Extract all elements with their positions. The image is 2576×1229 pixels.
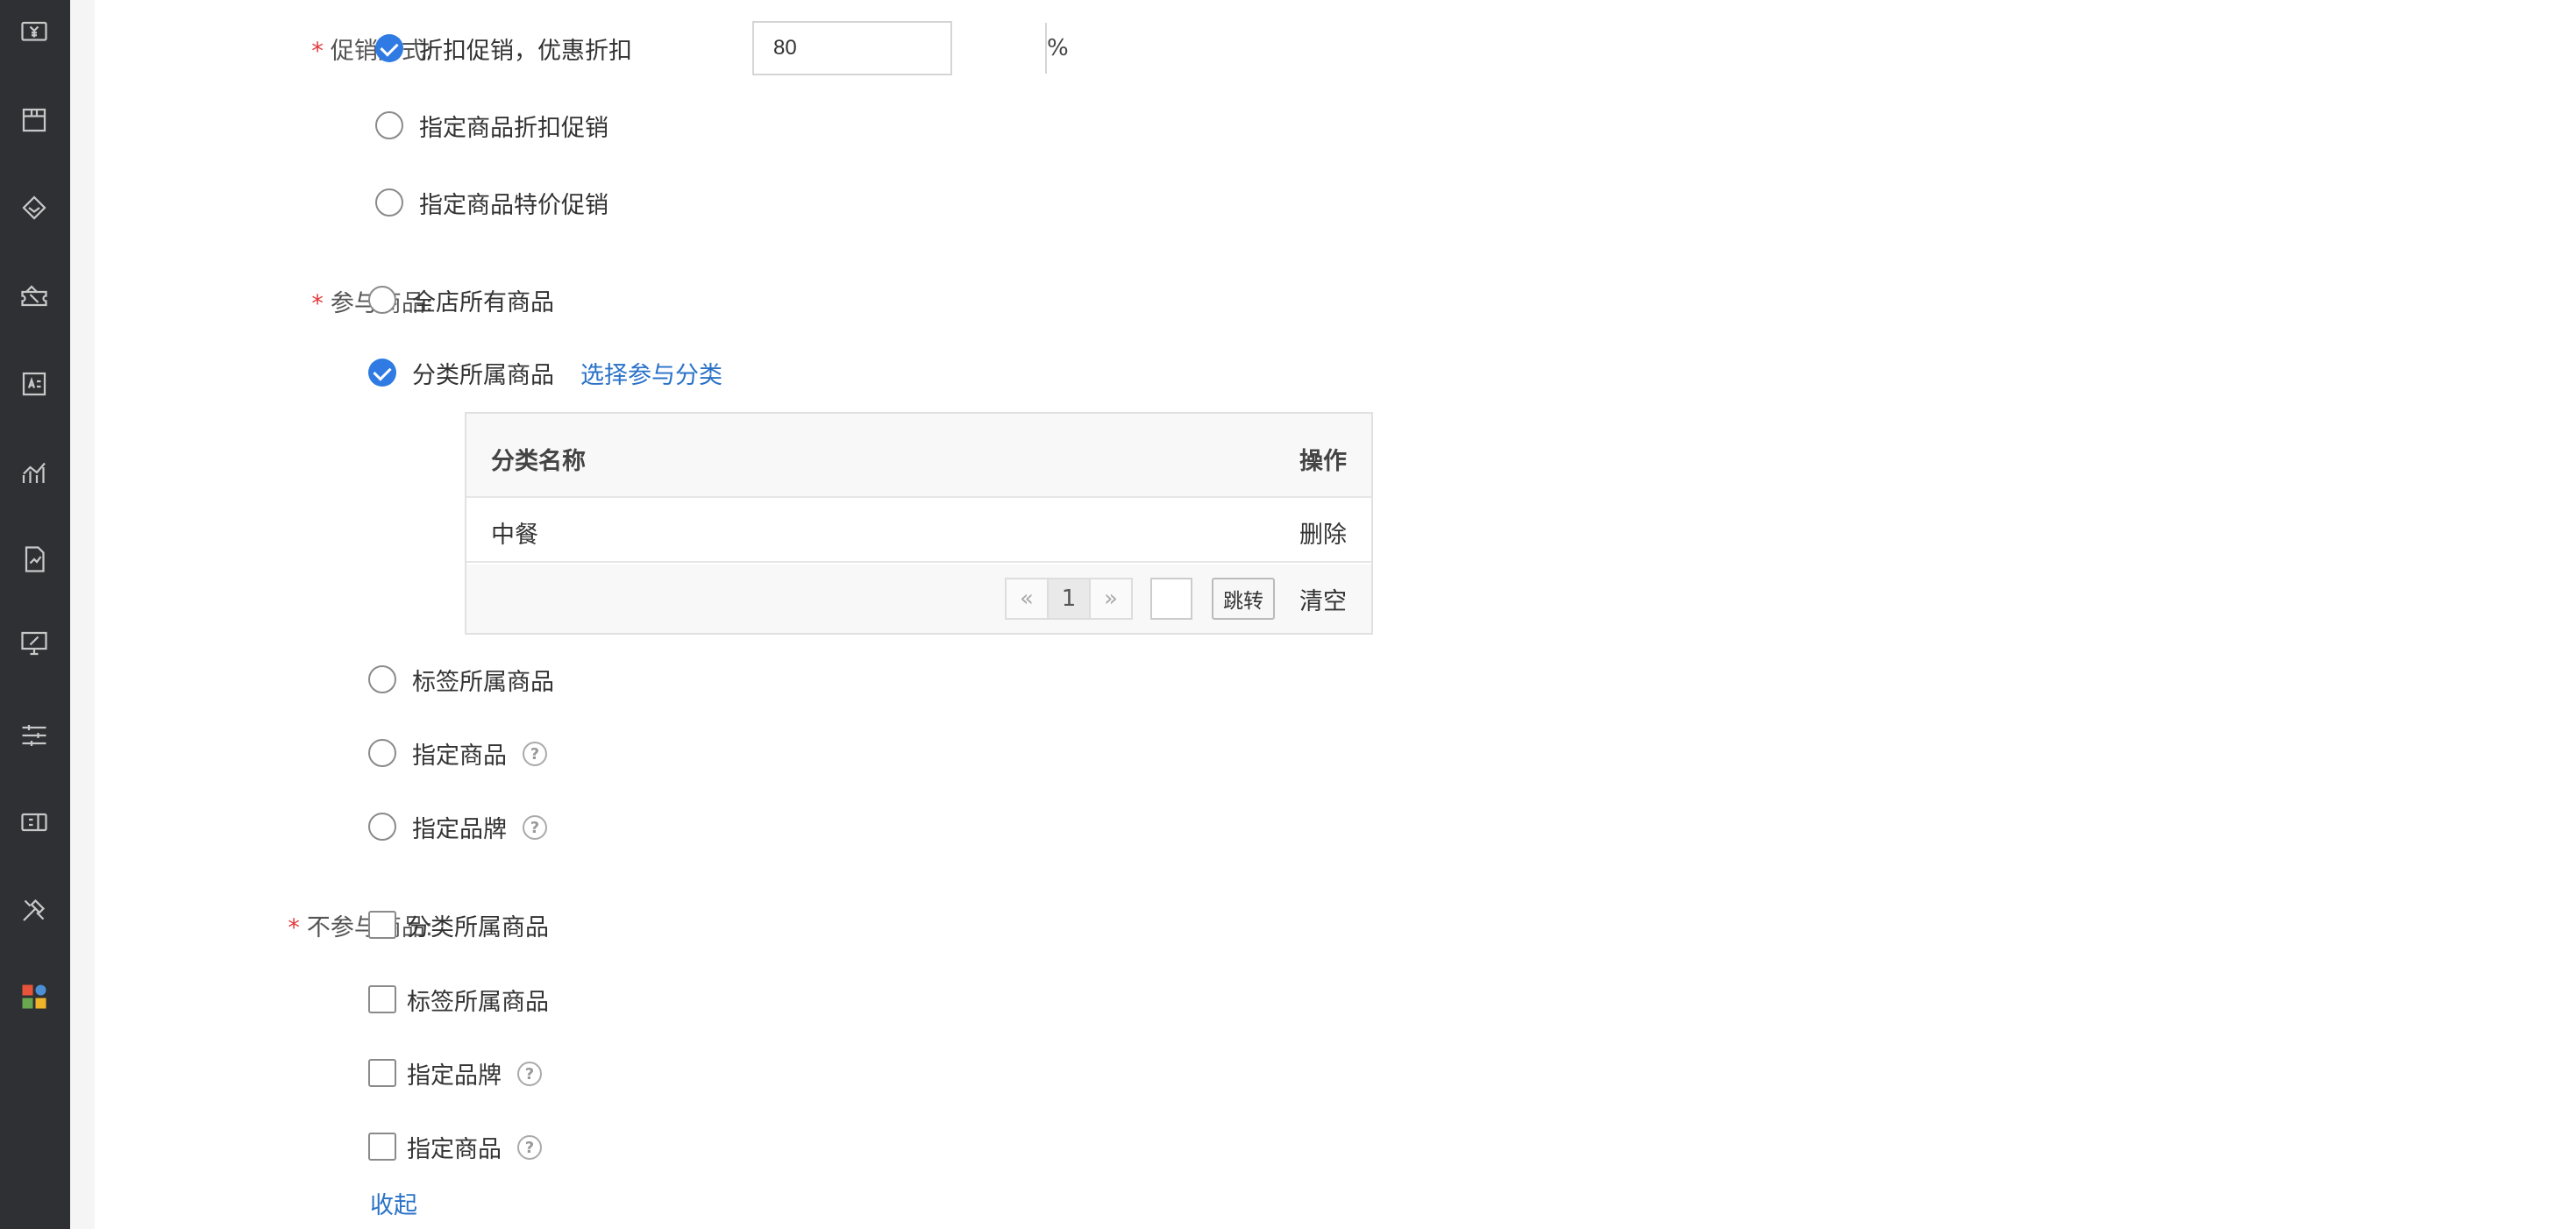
participating-brand-radio[interactable] [368,813,396,841]
participating-specific-item-label: 指定商品 [412,742,507,770]
excluded-specific-item-label: 指定商品 [407,1136,502,1163]
participating-tag-label: 标签所属商品 [412,669,554,696]
diamond-tag-icon[interactable] [16,189,53,226]
apps-grid-icon[interactable] [16,978,53,1015]
yen-screen-icon[interactable] [16,15,53,52]
promo-option-special-price-radio[interactable] [375,188,403,217]
promo-option-item-discount-label: 指定商品折扣促销 [419,115,608,142]
category-table: 分类名称 操作 中餐 删除 « 1 » 跳转 清空 [465,412,1373,635]
participating-specific-item-radio[interactable] [368,739,396,767]
excluded-category-checkbox[interactable] [368,911,396,939]
ticket-icon[interactable] [16,804,53,841]
col-action: 操作 [1299,448,1347,475]
table-pager: « 1 » 跳转 清空 [466,565,1371,633]
pager-jump-input[interactable] [1150,578,1192,620]
discount-input[interactable] [754,23,1045,74]
participating-category-radio[interactable] [368,359,396,387]
trend-chart-icon[interactable] [16,454,53,491]
participating-brand-label: 指定品牌 [412,816,507,843]
col-category-name: 分类名称 [491,448,586,475]
row-delete-link[interactable]: 删除 [1299,515,1347,550]
select-category-link[interactable]: 选择参与分类 [580,356,722,390]
pager-next-button[interactable]: » [1089,578,1133,620]
participating-all-radio[interactable] [368,286,396,314]
row-category-name: 中餐 [491,522,538,549]
excluded-specific-item-checkbox[interactable] [368,1133,396,1161]
tools-icon[interactable] [16,892,53,928]
package-icon[interactable] [16,102,53,139]
help-icon[interactable]: ? [523,815,547,840]
pager-prev-button[interactable]: « [1005,578,1049,620]
excluded-tag-label: 标签所属商品 [407,989,549,1016]
monitor-percent-icon[interactable] [16,625,53,662]
promo-option-discount-label: 折扣促销，优惠折扣 [419,38,632,65]
sliders-icon[interactable] [16,717,53,754]
excluded-tag-checkbox[interactable] [368,985,396,1013]
promo-option-discount-radio[interactable] [375,34,403,62]
clear-button[interactable]: 清空 [1299,582,1347,616]
id-card-icon[interactable] [16,366,53,402]
promo-option-special-price-label: 指定商品特价促销 [419,192,608,219]
table-row: 中餐 删除 [466,498,1371,563]
participating-tag-radio[interactable] [368,665,396,693]
excluded-brand-checkbox[interactable] [368,1059,396,1087]
collapse-link[interactable]: 收起 [370,1186,417,1220]
help-icon[interactable]: ? [517,1135,542,1160]
help-icon[interactable]: ? [517,1062,542,1086]
discount-unit: % [1045,23,1069,74]
main-panel: *促销方式: 折扣促销，优惠折扣 % 指定商品折扣促销 指定商品特价促销 *参与… [95,0,2576,1229]
pager-jump-button[interactable]: 跳转 [1212,578,1275,620]
report-icon[interactable] [16,541,53,578]
pager-current-page[interactable]: 1 [1047,578,1091,620]
excluded-category-label: 分类所属商品 [407,914,549,941]
promo-method-label: *促销方式: [311,38,433,65]
discount-input-group: % [752,21,1069,75]
participating-all-label: 全店所有商品 [412,289,554,316]
coupon-icon[interactable] [16,279,53,316]
promo-option-item-discount-radio[interactable] [375,111,403,139]
help-icon[interactable]: ? [523,742,547,766]
excluded-brand-label: 指定品牌 [407,1062,502,1090]
table-header: 分类名称 操作 [466,414,1371,498]
participating-category-label: 分类所属商品 [412,362,554,389]
sidebar [0,0,70,1229]
